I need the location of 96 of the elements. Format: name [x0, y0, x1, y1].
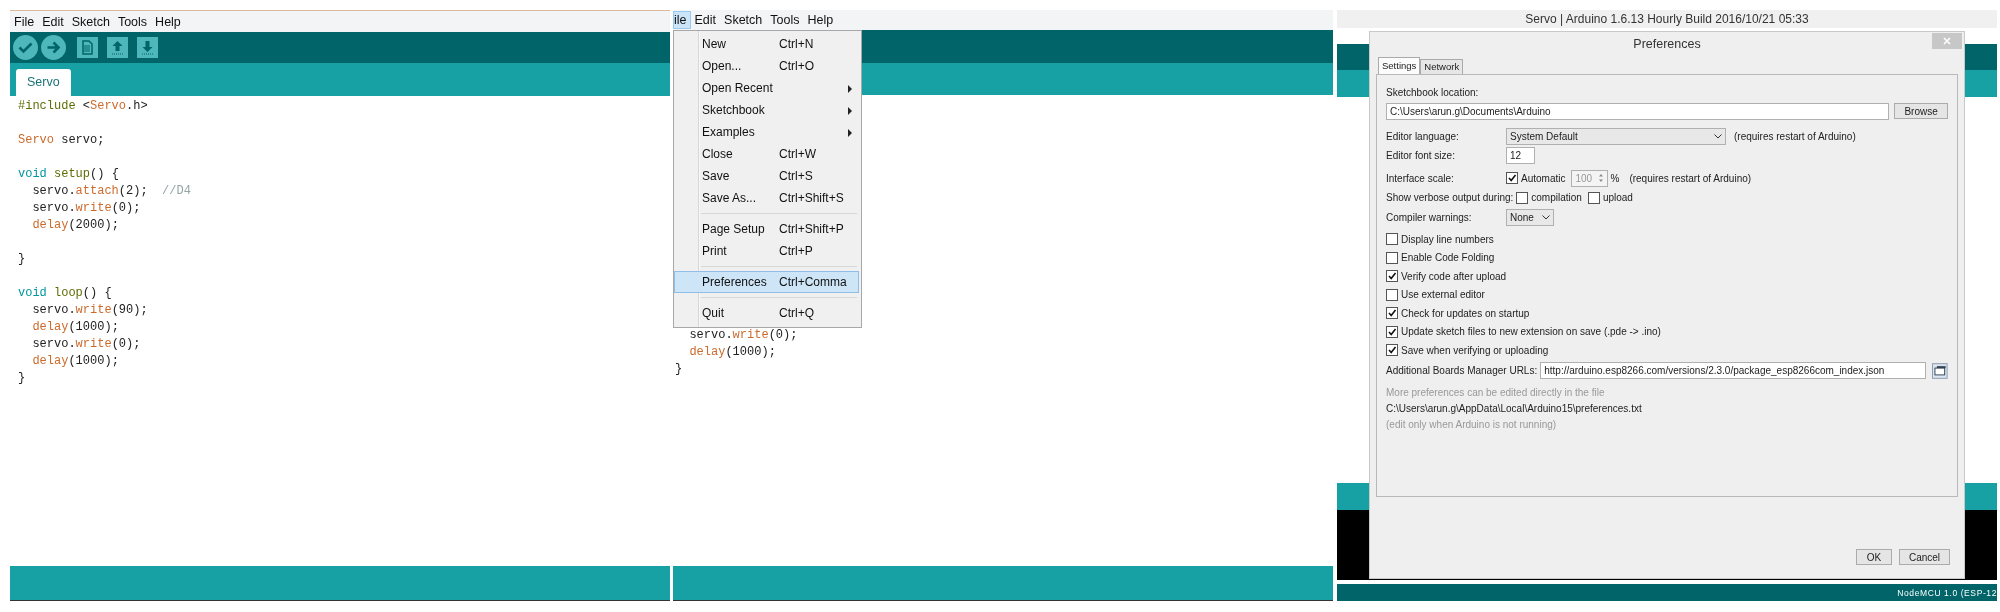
checkbox-label: Verify code after upload: [1401, 270, 1507, 282]
arrow-up-icon[interactable]: [107, 37, 128, 58]
dialog-title: Preferences: [1633, 37, 1701, 51]
chevron-icon: [1542, 214, 1550, 220]
submenu-arrow-icon: [848, 107, 852, 115]
font-size-field[interactable]: 12: [1506, 146, 1535, 164]
menu-bar-item[interactable]: Tools: [113, 12, 152, 31]
dialog-button[interactable]: Cancel: [1899, 549, 1950, 565]
checkbox[interactable]: [1386, 270, 1398, 283]
file-path: C:\Users\arun.g\AppData\Local\Arduino15\preferences.txt: [1386, 403, 1642, 414]
code-line: servo.attach(2); //D4: [31, 183, 191, 200]
checkbox[interactable]: [1587, 191, 1600, 204]
submenu-arrow-icon: [848, 85, 852, 93]
dialog-tab[interactable]: Network: [1420, 59, 1464, 74]
code-line: Servo servo;: [18, 132, 105, 149]
checkbox[interactable]: [1386, 288, 1398, 301]
field-label: Show verbose output during:: [1386, 192, 1515, 203]
menu-item[interactable]: Close Ctrl+W: [674, 143, 859, 165]
dialog-button[interactable]: OK: [1856, 549, 1892, 565]
menu-item[interactable]: Page Setup Ctrl+Shift+P: [674, 218, 859, 240]
field-label: Compiler warnings:: [1386, 211, 1473, 223]
checkbox-label: Save when verifying or uploading: [1401, 344, 1549, 356]
field-label: Sketchbook location:: [1386, 86, 1479, 98]
field-label: Editor language:: [1386, 130, 1460, 142]
menu-bar-item[interactable]: Tools: [766, 11, 804, 29]
menu-bar-item[interactable]: ile: [673, 11, 691, 29]
menu-bar-item[interactable]: Edit: [38, 12, 68, 31]
chevron-icon: [1714, 133, 1722, 139]
file-tab[interactable]: Servo: [16, 69, 71, 96]
checkbox[interactable]: [1386, 325, 1398, 338]
code-line: servo.write(0);: [31, 200, 141, 217]
code-line: delay(2000);: [31, 217, 119, 234]
unit-label: %: [1610, 172, 1620, 184]
checkbox[interactable]: [1386, 307, 1398, 320]
field-label: Editor font size:: [1386, 149, 1456, 161]
code-line: void loop() {: [18, 285, 112, 302]
text-field[interactable]: C:\Users\arun.g\Documents\Arduino: [1386, 102, 1890, 120]
checkbox-label: Display line numbers: [1401, 233, 1494, 245]
checkbox-label: Check for updates on startup: [1401, 307, 1530, 319]
menu-item[interactable]: Save As... Ctrl+Shift+S: [674, 187, 859, 209]
menu-item[interactable]: Open... Ctrl+O: [674, 55, 859, 77]
code-line: servo.write(0);: [31, 336, 141, 353]
checkbox-label: Automatic: [1521, 172, 1566, 184]
language-dropdown[interactable]: System Default: [1506, 127, 1726, 145]
checkbox[interactable]: [1386, 233, 1398, 246]
field-label: Interface scale:: [1386, 172, 1455, 184]
code-line: }: [675, 361, 683, 378]
menu-bar-item[interactable]: Help: [803, 11, 838, 29]
menu-bar-item[interactable]: Sketch: [720, 11, 767, 29]
menu-item[interactable]: Print Ctrl+P: [674, 240, 859, 262]
menu-item[interactable]: Preferences Ctrl+Comma: [674, 271, 859, 293]
spinner-arrows-icon[interactable]: [1598, 173, 1605, 183]
checkbox[interactable]: [1386, 344, 1398, 357]
board-name: NodeMCU 1.0 (ESP-12: [1897, 587, 1997, 598]
checkbox-label: upload: [1602, 192, 1633, 203]
window-icon[interactable]: [1932, 362, 1948, 379]
code-line: void setup() {: [18, 166, 119, 183]
warnings-dropdown[interactable]: None: [1506, 208, 1554, 226]
menu-item[interactable]: Examples: [674, 121, 859, 143]
menu-item[interactable]: New Ctrl+N: [674, 33, 859, 55]
code-line: }: [18, 370, 26, 387]
checkbox-label: Use external editor: [1401, 289, 1485, 301]
note-text: (requires restart of Arduino): [1629, 172, 1752, 184]
info-text: More preferences can be edited directly in the file: [1386, 387, 1605, 398]
url-field[interactable]: http://arduino.esp8266.com/versions/2.3.0/package_esp8266com_index.json: [1540, 362, 1927, 379]
info-text: (edit only when Arduino is not running): [1386, 419, 1557, 430]
menu-bar-item[interactable]: Sketch: [67, 12, 114, 31]
code-line: delay(1000);: [31, 353, 119, 370]
checkbox-label: Update sketch files to new extension on save (.pde -> .ino): [1401, 326, 1661, 338]
checkbox[interactable]: [1516, 191, 1529, 204]
note-text: (requires restart of Arduino): [1734, 130, 1856, 142]
menu-item[interactable]: Open Recent: [674, 77, 859, 99]
menu-item[interactable]: Quit Ctrl+Q: [674, 302, 859, 324]
code-line: servo.write(90);: [31, 302, 148, 319]
menu-bar-item[interactable]: Help: [151, 12, 185, 31]
window-title: Servo | Arduino 1.6.13 Hourly Build 2016/10/21 05:33: [1337, 10, 1997, 28]
arrow-down-icon[interactable]: [137, 37, 158, 58]
browse-button[interactable]: Browse: [1894, 103, 1948, 119]
checkbox[interactable]: [1386, 251, 1398, 264]
menu-bar-item[interactable]: File: [10, 12, 39, 31]
code-line: servo.write(0);: [688, 327, 798, 344]
check-icon[interactable]: [13, 35, 38, 60]
menu-item[interactable]: Sketchbook: [674, 99, 859, 121]
menu-bar-item[interactable]: Edit: [690, 11, 721, 29]
code-line: #include <Servo.h>: [18, 98, 148, 115]
code-line: delay(1000);: [31, 319, 119, 336]
arrow-right-icon[interactable]: [41, 35, 66, 60]
checkbox-label: compilation: [1531, 192, 1582, 203]
code-line: }: [18, 251, 26, 268]
field-label: Additional Boards Manager URLs:: [1386, 365, 1539, 376]
dialog-tab[interactable]: Settings: [1378, 57, 1421, 74]
checkbox-label: Enable Code Folding: [1401, 252, 1495, 264]
checkbox[interactable]: [1506, 172, 1518, 184]
menu-item[interactable]: Save Ctrl+S: [674, 165, 859, 187]
submenu-arrow-icon: [848, 129, 852, 137]
code-line: delay(1000);: [688, 344, 776, 361]
